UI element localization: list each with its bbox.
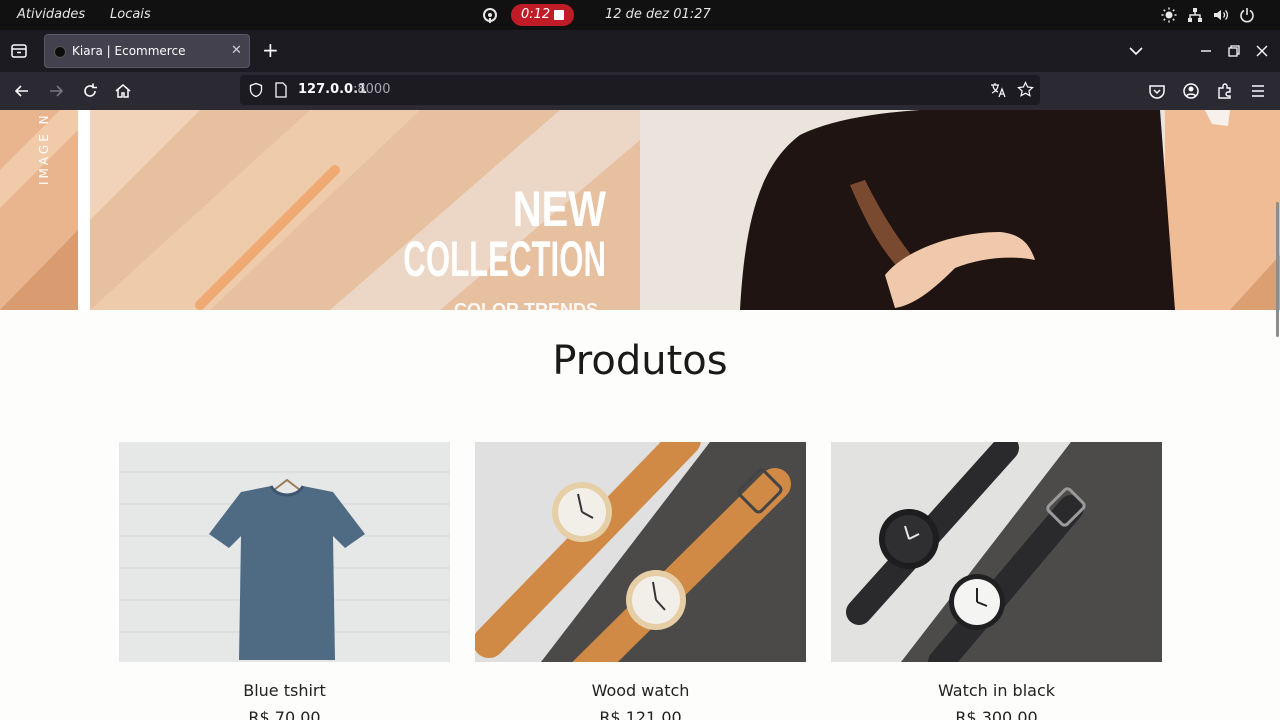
banner-image: NEW COLLECTION COLOR TRENDS IMAGE N bbox=[0, 110, 1280, 310]
product-image[interactable] bbox=[475, 442, 806, 662]
account-icon[interactable] bbox=[1181, 81, 1201, 101]
hero-banner: NEW COLLECTION COLOR TRENDS IMAGE N bbox=[0, 110, 1280, 310]
banner-headline-2: COLLECTION bbox=[403, 230, 606, 286]
firefox-view-icon[interactable] bbox=[9, 41, 29, 61]
banner-headline-1: NEW bbox=[513, 181, 607, 237]
back-icon[interactable] bbox=[12, 81, 32, 101]
home-icon[interactable] bbox=[113, 81, 133, 101]
pocket-icon[interactable] bbox=[1147, 81, 1167, 101]
page-scrollbar[interactable] bbox=[1276, 202, 1279, 337]
wood-watch-image bbox=[475, 442, 806, 662]
black-watch-image bbox=[831, 442, 1162, 662]
product-card[interactable]: Blue tshirt R$ 70,00 bbox=[119, 442, 450, 720]
new-tab-icon[interactable]: + bbox=[262, 38, 279, 62]
shield-icon[interactable] bbox=[248, 82, 264, 98]
recording-time: 0:12 bbox=[521, 7, 551, 22]
forward-icon[interactable] bbox=[46, 81, 66, 101]
volume-icon[interactable] bbox=[1213, 7, 1229, 23]
screencast-icon[interactable] bbox=[481, 6, 499, 24]
favicon-icon bbox=[54, 46, 66, 58]
recording-indicator[interactable]: 0:12 bbox=[511, 4, 574, 26]
minimize-icon[interactable] bbox=[1197, 42, 1215, 60]
products-heading: Produtos bbox=[552, 338, 728, 384]
list-all-tabs-icon[interactable] bbox=[1127, 42, 1145, 60]
extensions-icon[interactable] bbox=[1215, 81, 1235, 101]
address-bar[interactable]: 127.0.0.1 :8000 bbox=[240, 75, 1040, 105]
tab-title: Kiara | Ecommerce bbox=[72, 44, 186, 58]
close-window-icon[interactable] bbox=[1253, 42, 1271, 60]
system-top-bar: Atividades Locais 0:12 12 de dez 01:27 bbox=[0, 0, 1280, 30]
navigation-bar: 127.0.0.1 :8000 bbox=[0, 72, 1280, 110]
clock[interactable]: 12 de dez 01:27 bbox=[605, 7, 711, 22]
product-price: R$ 300,00 bbox=[955, 708, 1038, 720]
tab-active[interactable]: Kiara | Ecommerce ✕ bbox=[44, 34, 250, 68]
brightness-icon[interactable] bbox=[1161, 7, 1177, 23]
reload-icon[interactable] bbox=[80, 81, 100, 101]
banner-subline: COLOR TRENDS bbox=[454, 300, 598, 310]
activities-button[interactable]: Atividades bbox=[17, 7, 85, 22]
tab-close-icon[interactable]: ✕ bbox=[231, 43, 242, 58]
product-price: R$ 70,00 bbox=[248, 708, 321, 720]
menu-icon[interactable] bbox=[1248, 81, 1268, 101]
tab-strip: Kiara | Ecommerce ✕ + bbox=[0, 30, 1280, 72]
page-content: NEW COLLECTION COLOR TRENDS IMAGE N Prod… bbox=[0, 110, 1280, 720]
product-name[interactable]: Blue tshirt bbox=[119, 681, 450, 700]
restore-icon[interactable] bbox=[1225, 42, 1243, 60]
page-icon[interactable] bbox=[274, 82, 288, 98]
tshirt-image bbox=[119, 442, 450, 662]
bookmark-star-icon[interactable] bbox=[1017, 81, 1034, 98]
power-icon[interactable] bbox=[1239, 7, 1255, 23]
product-card[interactable]: Wood watch R$ 121,00 bbox=[475, 442, 806, 720]
product-card[interactable]: Watch in black R$ 300,00 bbox=[831, 442, 1162, 720]
product-image[interactable] bbox=[119, 442, 450, 662]
product-name[interactable]: Wood watch bbox=[475, 681, 806, 700]
product-image[interactable] bbox=[831, 442, 1162, 662]
translate-icon[interactable] bbox=[990, 82, 1007, 98]
product-price: R$ 121,00 bbox=[599, 708, 682, 720]
banner-side-text: IMAGE N bbox=[37, 112, 51, 185]
network-icon[interactable] bbox=[1187, 7, 1203, 23]
stop-icon bbox=[554, 10, 564, 20]
places-menu[interactable]: Locais bbox=[110, 7, 151, 22]
url-port: :8000 bbox=[353, 82, 391, 97]
product-name[interactable]: Watch in black bbox=[831, 681, 1162, 700]
